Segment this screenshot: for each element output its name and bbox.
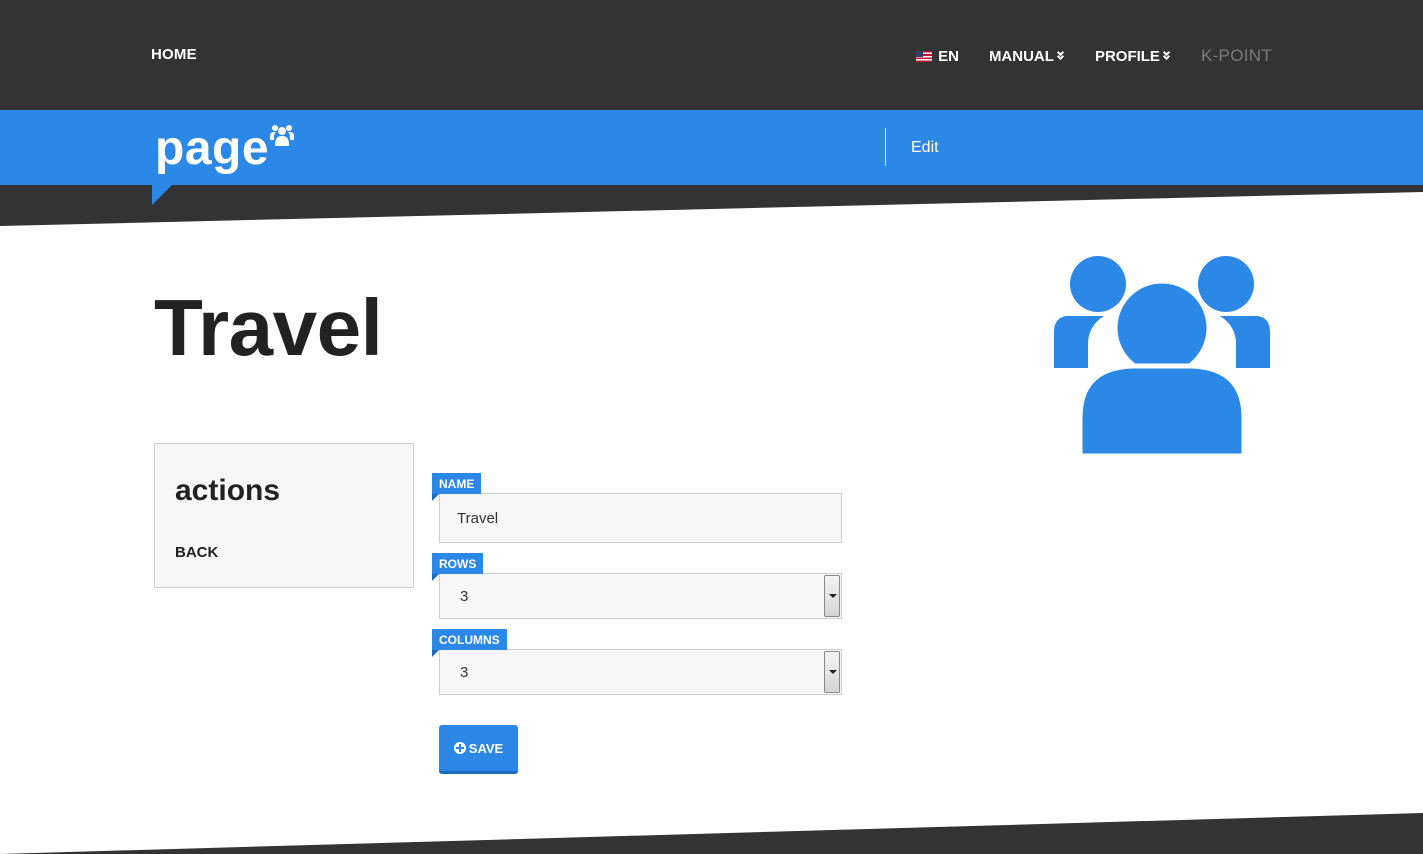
breadcrumb-edit: Edit [911, 139, 939, 156]
rows-select[interactable]: 3 [439, 573, 842, 619]
save-button-label: SAVE [468, 740, 504, 756]
top-navigation: HOME EN MANUAL PROFILE K-POINT [0, 0, 1423, 110]
nav-manual-label: MANUAL [988, 47, 1054, 65]
name-field[interactable]: Travel [439, 493, 842, 543]
nav-home-link[interactable]: HOME [151, 46, 197, 63]
nav-profile-menu[interactable]: PROFILE [1095, 48, 1171, 65]
rows-select-value: 3 [460, 587, 469, 605]
actions-panel: actions BACK [154, 443, 414, 588]
us-flag-icon [916, 50, 933, 62]
dropdown-arrow-icon[interactable] [824, 575, 840, 617]
back-link[interactable]: BACK [175, 544, 218, 561]
banner-notch [152, 185, 172, 205]
save-button[interactable]: SAVE [439, 725, 518, 774]
double-chevron-down-icon [1056, 48, 1065, 61]
columns-label: COLUMNS [432, 629, 507, 650]
language-label: EN [938, 47, 959, 65]
plus-circle-icon [453, 742, 466, 754]
name-label: NAME [432, 473, 482, 494]
columns-select[interactable]: 3 [439, 649, 842, 695]
users-icon [270, 125, 294, 146]
page-banner: page Edit [0, 110, 1423, 185]
banner-divider [885, 128, 886, 166]
page-title: Travel [154, 283, 383, 372]
columns-select-value: 3 [460, 663, 469, 681]
double-chevron-down-icon [1162, 48, 1171, 61]
language-selector[interactable]: EN [916, 48, 959, 65]
actions-title: actions [175, 474, 281, 507]
nav-profile-label: PROFILE [1094, 47, 1160, 65]
name-field-value: Travel [457, 509, 499, 527]
nav-kpoint-link[interactable]: K-POINT [1201, 46, 1272, 66]
dropdown-arrow-icon[interactable] [824, 651, 840, 693]
rows-label: ROWS [432, 553, 484, 574]
nav-manual-menu[interactable]: MANUAL [989, 48, 1065, 65]
nav-right-menu: EN MANUAL PROFILE K-POINT [886, 46, 1272, 66]
users-icon [1054, 256, 1270, 458]
brand-title: page [155, 122, 270, 175]
